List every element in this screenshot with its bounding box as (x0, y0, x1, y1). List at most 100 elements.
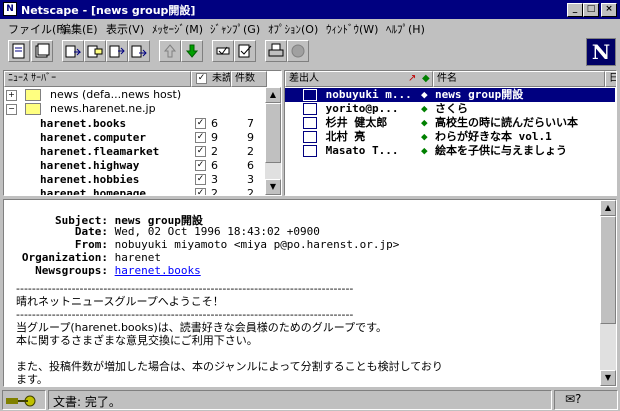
group-total: 9 (247, 131, 254, 144)
header-from: From: nobuyuki miyamoto <miya p@po.haren… (4, 238, 400, 251)
read-marker-icon[interactable]: ◆ (421, 88, 428, 102)
read-marker-icon[interactable]: ◆ (421, 144, 428, 158)
previous-unread-button[interactable] (159, 40, 181, 62)
group-row[interactable]: harenet.homepage (40, 187, 146, 196)
menu-jump[interactable]: ｼﾞｬﾝﾌﾟ(G) (210, 21, 260, 37)
message-row-selected[interactable]: nobuyuki m... ◆ news group開設 (285, 88, 615, 102)
group-unread: 2 (211, 187, 218, 196)
column-header-server[interactable]: ﾆｭｰｽ ｻｰﾊﾞｰ (4, 71, 191, 87)
reply-all-button[interactable] (106, 40, 128, 62)
subscribed-check-icon[interactable]: ✓ (195, 188, 206, 195)
subscribed-check-icon[interactable]: ✓ (195, 174, 206, 185)
newsgroup-link[interactable]: harenet.books (115, 264, 201, 277)
menu-bar: ファイル(F) 編集(E) 表示(V) ﾒｯｾｰｼﾞ(M) ｼﾞｬﾝﾌﾟ(G) … (0, 19, 620, 37)
netscape-logo[interactable]: N (586, 38, 616, 66)
mail-icon[interactable]: ✉? (565, 392, 581, 406)
subscribed-check-icon[interactable]: ✓ (195, 132, 206, 143)
header-organization: Organization: harenet (4, 251, 161, 264)
post-and-mail-button[interactable] (84, 40, 106, 62)
column-header-count[interactable]: 件数 (231, 71, 267, 87)
status-text-area: 文書: 完了。 (48, 390, 552, 410)
column-header-date[interactable]: 日 (605, 71, 616, 87)
maximize-button[interactable]: □ (583, 3, 599, 17)
subscribed-check-icon[interactable]: ✓ (195, 160, 206, 171)
netscape-app-icon[interactable]: N (3, 2, 17, 16)
server-row[interactable]: + news (defa...news host) (6, 88, 181, 102)
message-row[interactable]: 杉井 健太郎 ◆ 高校生の時に読んだらいい本 (285, 116, 615, 130)
body-line: 晴れネットニュースグループへようこそ！ (16, 295, 224, 308)
new-message-button[interactable] (8, 40, 30, 62)
server-row[interactable]: − news.harenet.ne.jp (6, 102, 156, 116)
message-subject: 高校生の時に読んだらいい本 (435, 116, 578, 129)
body-line: ----------------------------------------… (16, 282, 354, 295)
column-header-unread[interactable]: ✓ 未読 (191, 71, 231, 87)
security-indicator[interactable] (2, 390, 46, 410)
read-marker-icon[interactable]: ◆ (421, 102, 428, 116)
body-line: 本に関するさまざまな意見交換にご利用下さい。 (16, 334, 258, 347)
up-arrow-icon (163, 44, 177, 58)
group-row[interactable]: harenet.highway (40, 159, 139, 173)
read-marker-icon[interactable]: ◆ (421, 116, 428, 130)
message-subject: さくら (435, 102, 468, 115)
group-unread: 2 (211, 145, 218, 158)
message-row[interactable]: Masato T... ◆ 絵本を子供に与えましょう (285, 144, 615, 158)
message-row[interactable]: 北村 亮 ◆ わらが好きな本 vol.1 (285, 130, 615, 144)
column-header-sender[interactable]: 差出人 ↗ ◆ (285, 71, 433, 87)
menu-view[interactable]: 表示(V) (106, 21, 144, 37)
scroll-up-button[interactable]: ▲ (265, 87, 281, 103)
message-subject: わらが好きな本 vol.1 (435, 130, 552, 143)
folder-scrollbar[interactable]: ▲ ▼ (265, 87, 281, 195)
group-row[interactable]: harenet.fleamarket (40, 145, 159, 159)
collapse-icon[interactable]: − (6, 103, 17, 115)
expand-icon[interactable]: + (6, 89, 17, 101)
message-row[interactable]: yorito@p... ◆ さくら (285, 102, 615, 116)
scroll-down-button[interactable]: ▼ (600, 370, 616, 386)
column-header-sender-label: 差出人 (289, 73, 319, 84)
message-sender: Masato T... (325, 144, 399, 157)
subscribed-check-icon[interactable]: ✓ (195, 118, 206, 129)
key-icon (6, 395, 36, 407)
menu-edit[interactable]: 編集(E) (60, 21, 98, 37)
scroll-thumb[interactable] (265, 103, 281, 163)
message-icon (303, 103, 317, 115)
header-value: Wed, 02 Oct 1996 18:43:02 +0900 (114, 225, 320, 238)
group-name: harenet.homepage (40, 187, 146, 196)
header-label: Newsgroups: (35, 264, 108, 277)
group-name: harenet.books (40, 117, 127, 130)
menu-window[interactable]: ｳｨﾝﾄﾞｳ(W) (326, 21, 378, 37)
mark-thread-read-button[interactable] (212, 40, 234, 62)
group-row[interactable]: harenet.computer (40, 131, 146, 145)
mail-indicator[interactable]: ✉? (554, 390, 618, 410)
message-icon (303, 89, 317, 101)
column-header-subject[interactable]: 件名 (433, 71, 605, 87)
post-reply-button[interactable] (62, 40, 84, 62)
scroll-up-button[interactable]: ▲ (600, 200, 616, 216)
reply-button[interactable] (31, 40, 53, 62)
mark-all-read-button[interactable] (234, 40, 256, 62)
server-name: news (defa...news host) (50, 88, 182, 101)
close-button[interactable]: × (601, 3, 617, 17)
group-row[interactable]: harenet.books (40, 117, 126, 131)
scroll-down-button[interactable]: ▼ (265, 179, 281, 195)
menu-options[interactable]: ｵﾌﾟｼｮﾝ(O) (268, 21, 318, 37)
message-icon (303, 117, 317, 129)
stop-button[interactable] (287, 40, 309, 62)
body-line: また、投稿件数が増加した場合は、本のジャンルによって分割することも検討しており (16, 360, 443, 373)
menu-help[interactable]: ﾍﾙﾌﾟ(H) (386, 21, 425, 37)
menu-message[interactable]: ﾒｯｾｰｼﾞ(M) (152, 21, 203, 37)
header-label: From: (74, 238, 108, 251)
content-scrollbar[interactable]: ▲ ▼ (600, 200, 616, 386)
print-button[interactable] (265, 40, 287, 62)
menu-file[interactable]: ファイル(F) (8, 21, 67, 37)
post-and-mail-icon (87, 45, 103, 58)
scroll-thumb[interactable] (600, 216, 616, 324)
status-text: 文書: 完了。 (53, 395, 121, 409)
next-unread-button[interactable] (181, 40, 203, 62)
forward-button[interactable] (128, 40, 150, 62)
group-name: harenet.computer (40, 131, 146, 144)
group-row[interactable]: harenet.hobbies (40, 173, 139, 187)
subscribed-check-icon[interactable]: ✓ (195, 146, 206, 157)
header-newsgroups: Newsgroups: harenet.books (4, 264, 201, 277)
minimize-button[interactable]: _ (567, 3, 583, 17)
read-marker-icon[interactable]: ◆ (421, 130, 428, 144)
